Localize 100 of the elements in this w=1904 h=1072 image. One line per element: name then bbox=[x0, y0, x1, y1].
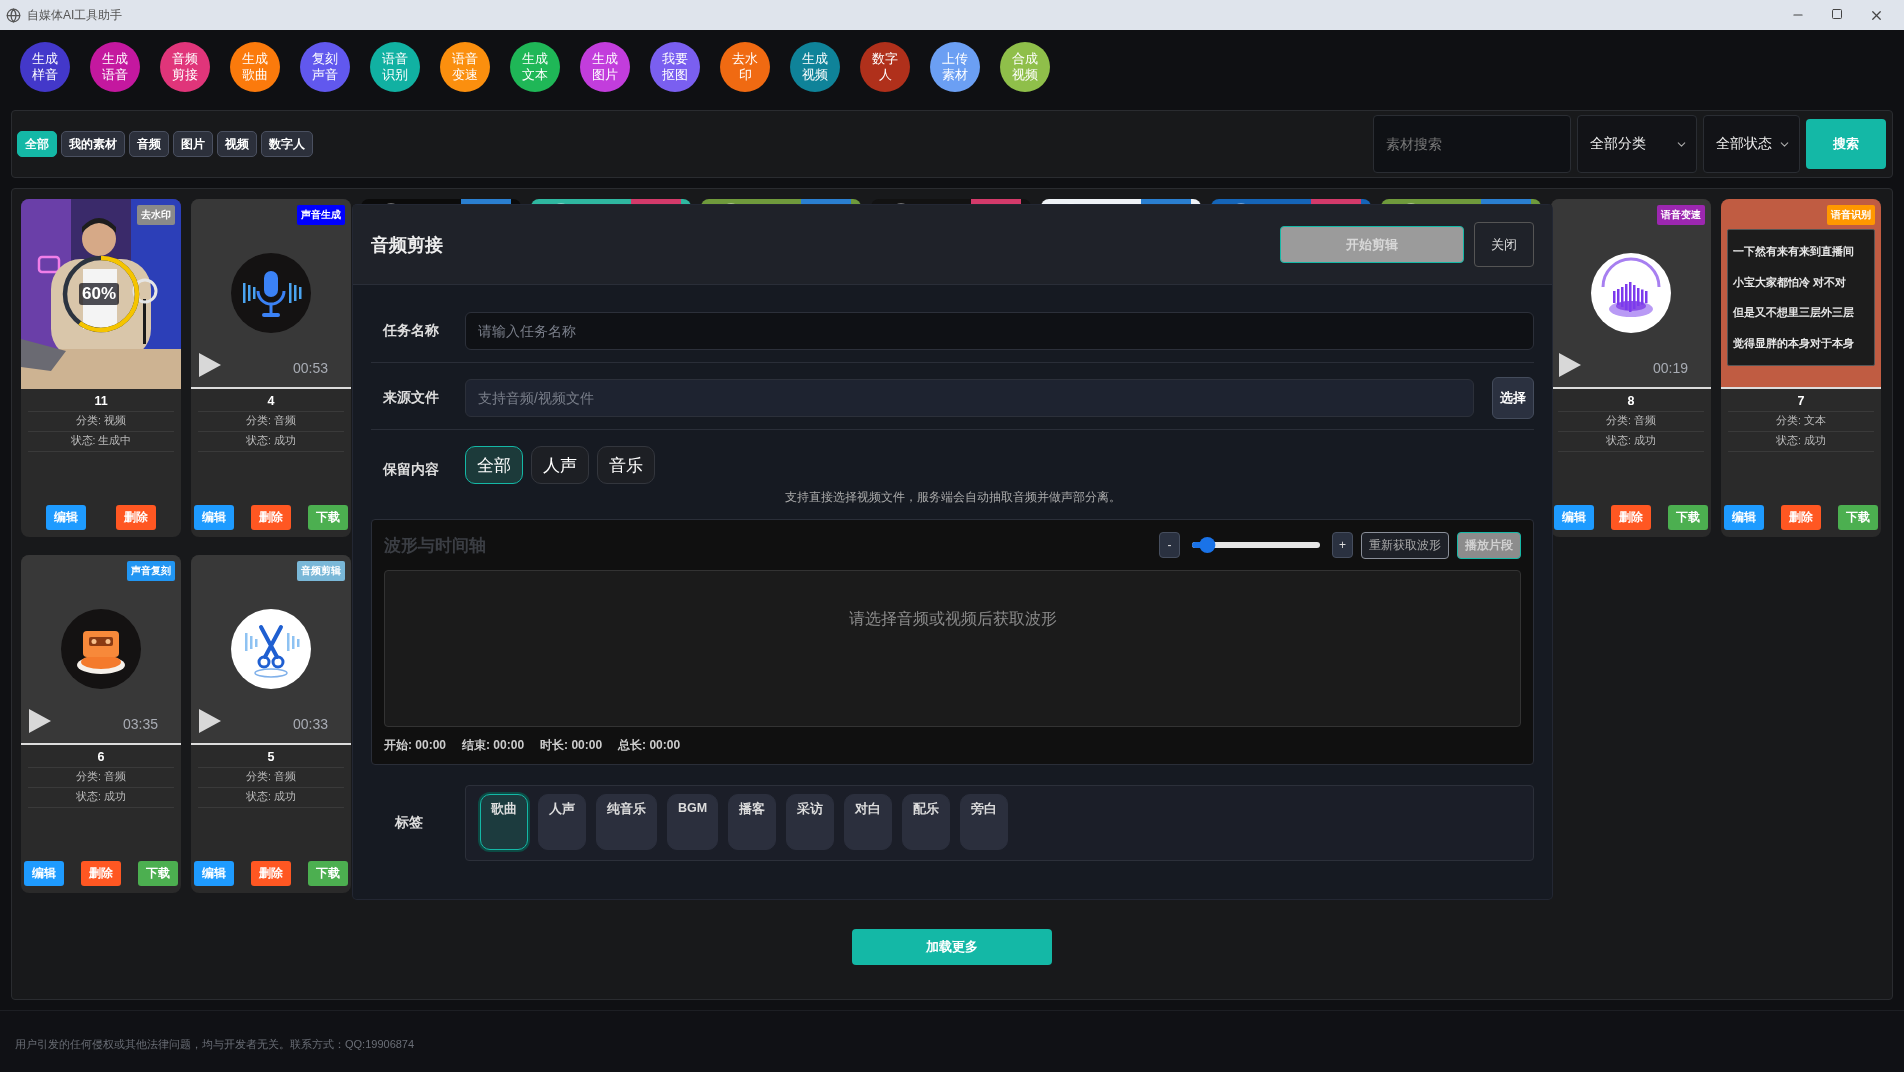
zoom-out-button[interactable]: - bbox=[1159, 532, 1180, 558]
time-text: 结束: 00:00 bbox=[462, 737, 525, 754]
field-label: 来源文件 bbox=[382, 389, 440, 407]
tag-option[interactable]: 旁白 bbox=[960, 794, 1009, 850]
tool-button[interactable]: 生成图片 bbox=[580, 42, 630, 92]
status-text: 状态: 成功 bbox=[1728, 432, 1874, 452]
transcript-line: 一下然有来有来到直播间 bbox=[1733, 243, 1855, 259]
play-icon[interactable] bbox=[29, 709, 51, 733]
zoom-slider[interactable] bbox=[1190, 537, 1322, 553]
tool-button[interactable]: 数字人 bbox=[860, 42, 910, 92]
filter-tab[interactable]: 视频 bbox=[217, 131, 257, 157]
delete-button[interactable]: 删除 bbox=[251, 505, 291, 530]
tool-button[interactable]: 语音变速 bbox=[440, 42, 490, 92]
edit-button[interactable]: 编辑 bbox=[194, 861, 234, 886]
duration-text: 03:35 bbox=[122, 716, 158, 732]
maximize-icon[interactable] bbox=[1831, 7, 1843, 20]
edit-button[interactable]: 编辑 bbox=[1554, 505, 1594, 530]
type-badge: 声音复刻 bbox=[127, 561, 175, 581]
type-badge: 声音生成 bbox=[297, 205, 345, 225]
duration-text: 00:19 bbox=[1652, 360, 1688, 376]
tag-option[interactable]: 采访 bbox=[786, 794, 835, 850]
tool-button[interactable]: 生成文本 bbox=[510, 42, 560, 92]
tool-button[interactable]: 我要抠图 bbox=[650, 42, 700, 92]
tool-button[interactable]: 生成歌曲 bbox=[230, 42, 280, 92]
delete-button[interactable]: 删除 bbox=[251, 861, 291, 886]
card-title: 8 bbox=[1558, 394, 1704, 412]
search-field[interactable]: 素材搜索 bbox=[1373, 115, 1571, 173]
keep-option[interactable]: 全部 bbox=[465, 446, 523, 484]
empty-waveform-text: 请选择音频或视频后获取波形 bbox=[848, 609, 1057, 629]
status-text: 状态: 生成中 bbox=[28, 432, 174, 452]
tool-button[interactable]: 生成视频 bbox=[790, 42, 840, 92]
tool-button[interactable]: 生成语音 bbox=[90, 42, 140, 92]
tag-option[interactable]: 对白 bbox=[844, 794, 893, 850]
filter-tab[interactable]: 数字人 bbox=[261, 131, 313, 157]
download-button[interactable]: 下载 bbox=[308, 861, 348, 886]
dialog-title: 音频剪接 bbox=[371, 233, 444, 257]
scissors-icon bbox=[231, 609, 311, 689]
filter-tab[interactable]: 我的素材 bbox=[61, 131, 125, 157]
category-select[interactable]: 全部分类 bbox=[1577, 115, 1697, 173]
window-title: 自媒体AI工具助手 bbox=[27, 6, 124, 24]
download-button[interactable]: 下载 bbox=[1838, 505, 1878, 530]
card-title: 5 bbox=[198, 750, 344, 768]
task-name-field[interactable]: 请输入任务名称 bbox=[465, 312, 1534, 350]
status-text: 状态: 成功 bbox=[28, 788, 174, 808]
source-file-field[interactable]: 支持音频/视频文件 bbox=[465, 379, 1474, 417]
edit-button[interactable]: 编辑 bbox=[24, 861, 64, 886]
sound-wave-icon bbox=[1591, 253, 1671, 333]
field-label: 任务名称 bbox=[381, 322, 440, 340]
footer-text: 用户引发的任何侵权或其他法律问题，均与开发者无关。联系方式：QQ:19906874 bbox=[15, 1037, 415, 1052]
category-text: 分类: 音频 bbox=[198, 412, 344, 432]
refresh-waveform-button[interactable]: 重新获取波形 bbox=[1361, 531, 1449, 559]
card-title: 7 bbox=[1728, 394, 1874, 412]
tool-button[interactable]: 复刻声音 bbox=[300, 42, 350, 92]
category-text: 分类: 音频 bbox=[1558, 412, 1704, 432]
download-button[interactable]: 下载 bbox=[1668, 505, 1708, 530]
progress-text: 60% bbox=[79, 283, 120, 305]
close-button[interactable]: 关闭 bbox=[1474, 222, 1534, 267]
tool-button[interactable]: 生成样音 bbox=[20, 42, 70, 92]
tag-option[interactable]: 配乐 bbox=[902, 794, 951, 850]
search-button[interactable]: 搜索 bbox=[1806, 119, 1886, 169]
tag-option[interactable]: 纯音乐 bbox=[596, 794, 657, 850]
delete-button[interactable]: 删除 bbox=[1611, 505, 1651, 530]
tool-button[interactable]: 语音识别 bbox=[370, 42, 420, 92]
tool-button[interactable]: 上传素材 bbox=[930, 42, 980, 92]
play-icon[interactable] bbox=[199, 709, 221, 733]
time-text: 时长: 00:00 bbox=[540, 737, 603, 754]
field-label: 标签 bbox=[394, 814, 424, 832]
tag-option[interactable]: 歌曲 bbox=[480, 794, 528, 850]
app-icon bbox=[6, 7, 21, 23]
edit-button[interactable]: 编辑 bbox=[194, 505, 234, 530]
keep-option[interactable]: 音乐 bbox=[597, 446, 655, 484]
card-title: 11 bbox=[28, 394, 174, 412]
filter-tab[interactable]: 图片 bbox=[173, 131, 213, 157]
field-label: 保留内容 bbox=[382, 461, 440, 479]
status-text: 状态: 成功 bbox=[198, 432, 344, 452]
delete-button[interactable]: 删除 bbox=[116, 505, 156, 530]
filter-tab[interactable]: 音频 bbox=[129, 131, 169, 157]
load-more-button[interactable]: 加载更多 bbox=[852, 929, 1052, 965]
tool-button[interactable]: 音频剪接 bbox=[160, 42, 210, 92]
download-button[interactable]: 下载 bbox=[308, 505, 348, 530]
download-button[interactable]: 下载 bbox=[138, 861, 178, 886]
keep-option[interactable]: 人声 bbox=[531, 446, 589, 484]
edit-button[interactable]: 编辑 bbox=[1724, 505, 1764, 530]
card-title: 6 bbox=[28, 750, 174, 768]
transcript-line: 小宝大家都怕冷 对不对 bbox=[1733, 274, 1848, 290]
tag-option[interactable]: 播客 bbox=[728, 794, 777, 850]
zoom-in-button[interactable]: + bbox=[1332, 532, 1353, 558]
status-select[interactable]: 全部状态 bbox=[1703, 115, 1800, 173]
play-icon[interactable] bbox=[1559, 353, 1581, 377]
delete-button[interactable]: 删除 bbox=[81, 861, 121, 886]
tag-option[interactable]: BGM bbox=[667, 794, 719, 850]
tool-button[interactable]: 去水印 bbox=[720, 42, 770, 92]
play-icon[interactable] bbox=[199, 353, 221, 377]
tool-button[interactable]: 合成视频 bbox=[1000, 42, 1050, 92]
delete-button[interactable]: 删除 bbox=[1781, 505, 1821, 530]
edit-button[interactable]: 编辑 bbox=[46, 505, 86, 530]
tag-option[interactable]: 人声 bbox=[538, 794, 586, 850]
category-text: 分类: 视频 bbox=[28, 412, 174, 432]
filter-tab[interactable]: 全部 bbox=[17, 131, 57, 157]
choose-button[interactable]: 选择 bbox=[1492, 377, 1534, 419]
